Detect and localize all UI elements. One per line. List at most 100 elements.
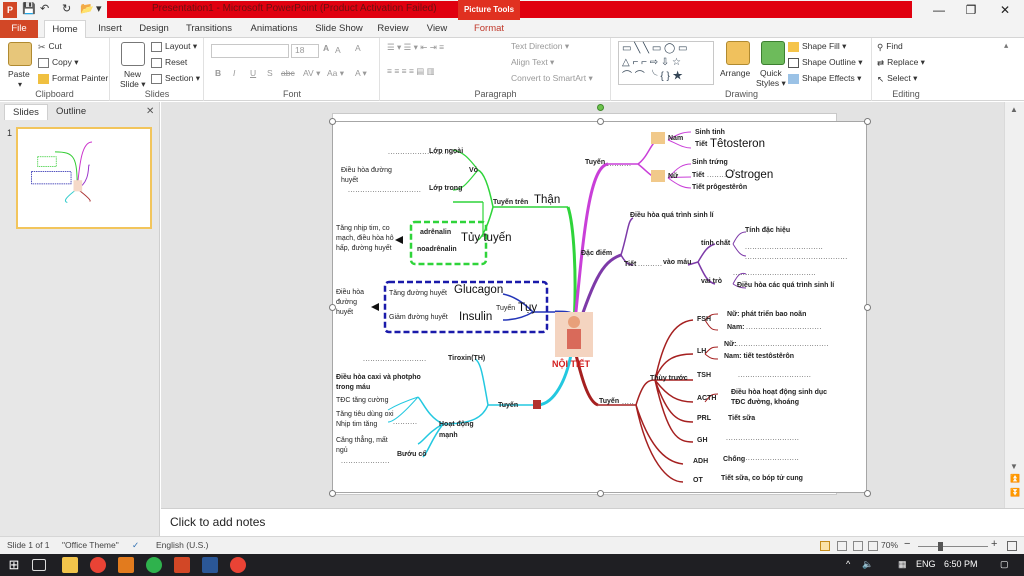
fit-to-window-icon[interactable]	[1007, 541, 1017, 551]
chrome-icon-2[interactable]	[230, 557, 246, 573]
close-pane-icon[interactable]: ✕	[146, 106, 154, 117]
shadow-button[interactable]: S	[267, 68, 273, 78]
bullets-icon[interactable]: ☰ ▾ ☰ ▾ ⇤ ⇥ ≡	[387, 42, 444, 53]
select-button[interactable]: ↖ Select ▾	[877, 73, 917, 84]
clock[interactable]: 6:50 PM	[944, 559, 978, 569]
quick-styles-dropdown[interactable]: Styles ▾	[756, 78, 786, 89]
strikethrough-button[interactable]: abc	[281, 68, 295, 78]
zoom-level[interactable]: 70%	[881, 540, 898, 550]
tray-chevron-icon[interactable]: ^	[846, 559, 850, 569]
slide-show-icon[interactable]	[868, 541, 878, 551]
scroll-down-icon[interactable]: ▼	[1010, 462, 1018, 471]
spellcheck-icon[interactable]: ✓	[132, 540, 139, 551]
action-center-icon[interactable]: ▢	[1000, 559, 1009, 570]
tab-animations[interactable]: Animations	[245, 20, 303, 38]
rotate-handle[interactable]	[597, 104, 604, 111]
clear-formatting-button[interactable]: A	[355, 43, 361, 53]
resize-handle-sw[interactable]	[329, 490, 336, 497]
tab-slides[interactable]: Slides	[4, 104, 48, 120]
copy-button[interactable]: Copy ▾	[38, 57, 78, 68]
minimize-button[interactable]: —	[924, 1, 954, 19]
media-player-icon[interactable]	[118, 557, 134, 573]
chrome-icon[interactable]	[90, 557, 106, 573]
tab-view[interactable]: View	[418, 20, 456, 38]
vertical-scrollbar[interactable]: ▲ ▼ ⏫ ⏬	[1004, 102, 1024, 508]
next-slide-icon[interactable]: ⏬	[1010, 488, 1020, 497]
tab-file[interactable]: File	[0, 20, 38, 38]
tab-format[interactable]: Format	[462, 20, 516, 38]
cut-button[interactable]: ✂ Cut	[38, 41, 62, 52]
section-button[interactable]: Section ▾	[151, 73, 200, 84]
normal-view-icon[interactable]	[820, 541, 830, 551]
italic-button[interactable]: I	[233, 68, 235, 78]
restore-button[interactable]: ❐	[956, 1, 986, 19]
shape-effects-button[interactable]: Shape Effects ▾	[788, 73, 861, 84]
shrink-font-button[interactable]: A	[335, 45, 341, 55]
convert-smartart-button[interactable]: Convert to SmartArt ▾	[511, 73, 593, 84]
network-icon[interactable]: ▦	[898, 559, 907, 570]
tab-review[interactable]: Review	[372, 20, 414, 38]
underline-button[interactable]: U	[250, 68, 256, 78]
arrange-button[interactable]: Arrange	[720, 68, 750, 78]
new-slide-button[interactable]: New	[124, 69, 141, 79]
resize-handle-n[interactable]	[597, 118, 604, 125]
find-button[interactable]: ⚲ Find	[877, 41, 903, 52]
collapse-ribbon-icon[interactable]: ▴	[1004, 40, 1008, 51]
replace-button[interactable]: ⇄ Replace ▾	[877, 57, 925, 68]
notes-pane[interactable]: Click to add notes	[161, 508, 1024, 536]
tab-slide-show[interactable]: Slide Show	[310, 20, 368, 38]
resize-handle-se[interactable]	[864, 490, 871, 497]
zoom-out-button[interactable]: −	[904, 538, 910, 550]
status-language[interactable]: English (U.S.)	[156, 540, 208, 550]
resize-handle-ne[interactable]	[864, 118, 871, 125]
tab-design[interactable]: Design	[133, 20, 175, 38]
font-name-box[interactable]	[211, 44, 289, 58]
change-case-button[interactable]: Aa ▾	[327, 68, 344, 79]
resize-handle-s[interactable]	[597, 490, 604, 497]
save-icon[interactable]: 💾	[22, 2, 36, 18]
powerpoint-taskbar-icon[interactable]	[174, 557, 190, 573]
slide-canvas[interactable]: ............................ Lớp ngoài Đ…	[329, 104, 871, 497]
align-icons[interactable]: ≡ ≡ ≡ ≡ ▤ ▥	[387, 66, 435, 77]
close-button[interactable]: ✕	[990, 1, 1020, 19]
align-text-button[interactable]: Align Text ▾	[511, 57, 554, 68]
powerpoint-app-icon[interactable]: P	[3, 2, 17, 18]
word-taskbar-icon[interactable]	[202, 557, 218, 573]
slide-thumbnail[interactable]	[16, 127, 152, 229]
grow-font-button[interactable]: A	[323, 43, 329, 53]
zoom-in-button[interactable]: +	[991, 538, 997, 550]
layout-button[interactable]: Layout ▾	[151, 41, 197, 52]
paste-icon[interactable]	[8, 42, 32, 66]
quick-styles-button[interactable]: Quick	[760, 68, 782, 78]
paste-dropdown-icon[interactable]: ▾	[18, 80, 22, 89]
character-spacing-button[interactable]: AV ▾	[303, 68, 320, 79]
new-slide-icon[interactable]	[121, 42, 145, 66]
text-direction-button[interactable]: Text Direction ▾	[511, 41, 569, 52]
zoom-slider-thumb[interactable]	[938, 542, 943, 551]
tab-home[interactable]: Home	[44, 20, 86, 39]
tab-outline[interactable]: Outline	[48, 104, 94, 120]
slide-sorter-icon[interactable]	[837, 541, 847, 551]
reset-button[interactable]: Reset	[151, 57, 187, 68]
tab-transitions[interactable]: Transitions	[180, 20, 238, 38]
font-color-button[interactable]: A ▾	[355, 68, 367, 79]
arrange-icon[interactable]	[726, 41, 750, 65]
zoom-slider[interactable]	[918, 546, 988, 547]
customize-qat-icon[interactable]: ▾	[96, 2, 102, 18]
open-icon[interactable]: 📂	[80, 2, 94, 18]
file-explorer-icon[interactable]	[62, 557, 78, 573]
font-size-box[interactable]: 18	[291, 44, 319, 58]
scroll-up-icon[interactable]: ▲	[1010, 105, 1018, 114]
shapes-gallery[interactable]: ▭ ╲ ╲ ▭ ◯ ▭ △ ⌐ ⌐ ⇨ ⇩ ☆ ⌒ ⌒ ╰ { } ★	[618, 41, 714, 85]
task-view-icon[interactable]	[32, 559, 46, 571]
app-icon[interactable]	[146, 557, 162, 573]
status-theme[interactable]: "Office Theme"	[62, 540, 119, 550]
undo-icon[interactable]: ↶	[40, 2, 49, 18]
resize-handle-nw[interactable]	[329, 118, 336, 125]
paste-button[interactable]: Paste	[8, 69, 30, 79]
format-painter-button[interactable]: Format Painter	[38, 73, 108, 84]
redo-icon[interactable]: ↻	[62, 2, 71, 18]
shape-fill-button[interactable]: Shape Fill ▾	[788, 41, 846, 52]
resize-handle-e[interactable]	[864, 304, 871, 311]
quick-styles-icon[interactable]	[761, 41, 785, 65]
